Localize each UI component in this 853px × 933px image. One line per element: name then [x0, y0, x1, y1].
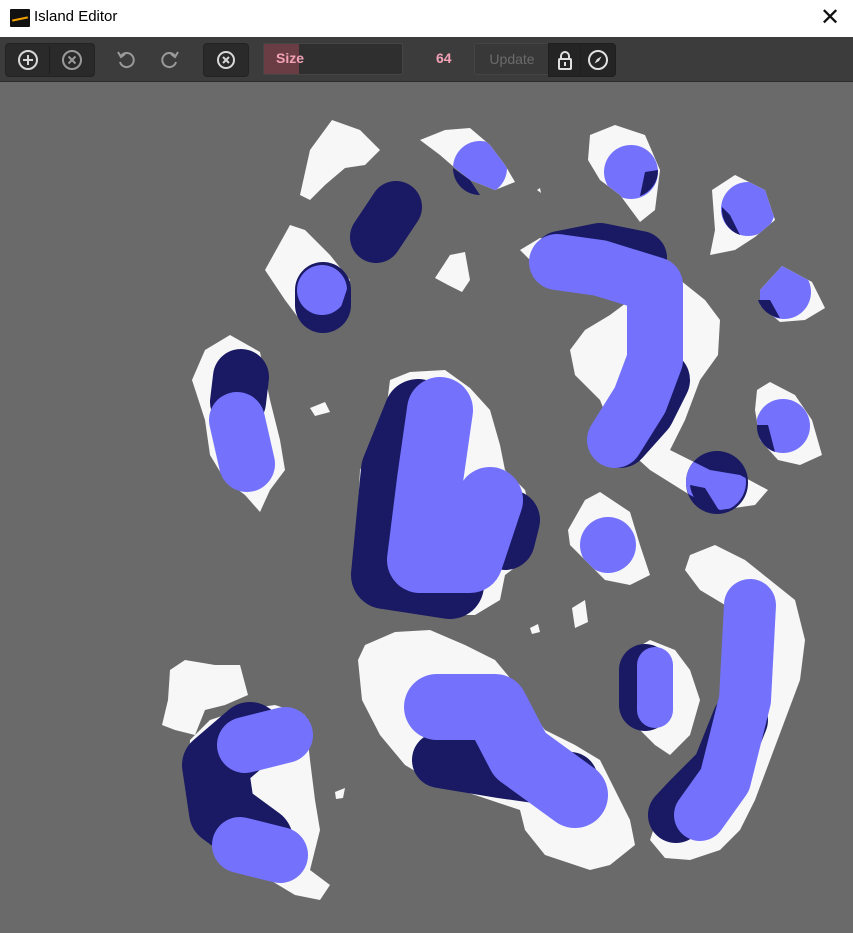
compass-icon	[588, 50, 608, 70]
brush-mode-group	[5, 43, 95, 77]
brush-stroke	[350, 181, 422, 263]
title-bar: Island Editor ✕	[0, 0, 853, 37]
brush-stroke	[209, 392, 275, 492]
clear-icon	[217, 51, 235, 69]
brush-stroke	[212, 817, 308, 883]
remove-icon	[62, 50, 82, 70]
compass-button[interactable]	[580, 43, 616, 77]
remove-button[interactable]	[50, 44, 94, 76]
brush-dab	[297, 265, 347, 315]
clear-group	[203, 43, 249, 77]
add-button[interactable]	[6, 44, 50, 76]
size-value: 64	[436, 50, 452, 66]
add-icon	[18, 50, 38, 70]
lock-button[interactable]	[548, 43, 582, 77]
clear-button[interactable]	[204, 44, 248, 76]
size-label: Size	[276, 50, 305, 66]
redo-icon	[161, 51, 179, 69]
island-map-canvas[interactable]	[0, 82, 853, 933]
window-title: Island Editor	[34, 8, 118, 25]
size-slider[interactable]: Size	[263, 43, 403, 75]
lock-icon	[558, 51, 572, 70]
undo-button[interactable]	[104, 43, 148, 75]
update-button[interactable]: Update	[474, 43, 550, 75]
redo-button[interactable]	[148, 43, 192, 75]
brush-stroke	[217, 707, 313, 773]
app-icon	[10, 9, 30, 27]
undo-icon	[117, 51, 135, 69]
toolbar	[0, 37, 853, 82]
close-button[interactable]: ✕	[807, 0, 853, 37]
